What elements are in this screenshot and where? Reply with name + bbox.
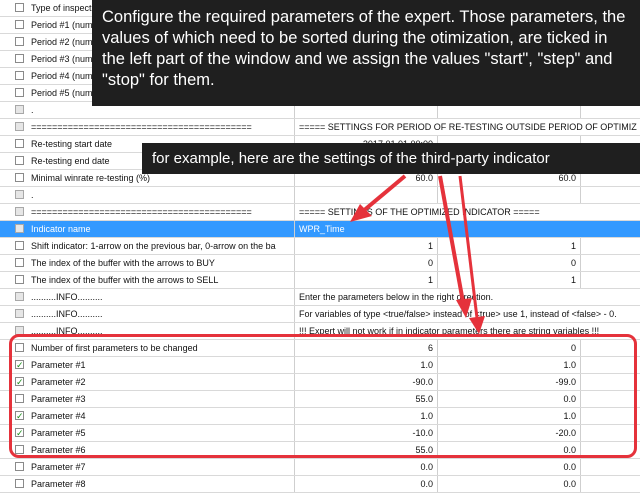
tutorial-overlay-example: for example, here are the settings of th… <box>142 143 640 174</box>
arrow-head-parameters <box>456 298 472 318</box>
tutorial-overlay-main: Configure the required parameters of the… <box>92 0 640 106</box>
arrow-to-parameters <box>438 175 465 303</box>
arrow-to-indicator-name <box>360 174 407 214</box>
arrow-head-first-params <box>469 316 485 334</box>
checkbox[interactable] <box>15 479 24 488</box>
parameters-highlight-box <box>9 334 637 458</box>
